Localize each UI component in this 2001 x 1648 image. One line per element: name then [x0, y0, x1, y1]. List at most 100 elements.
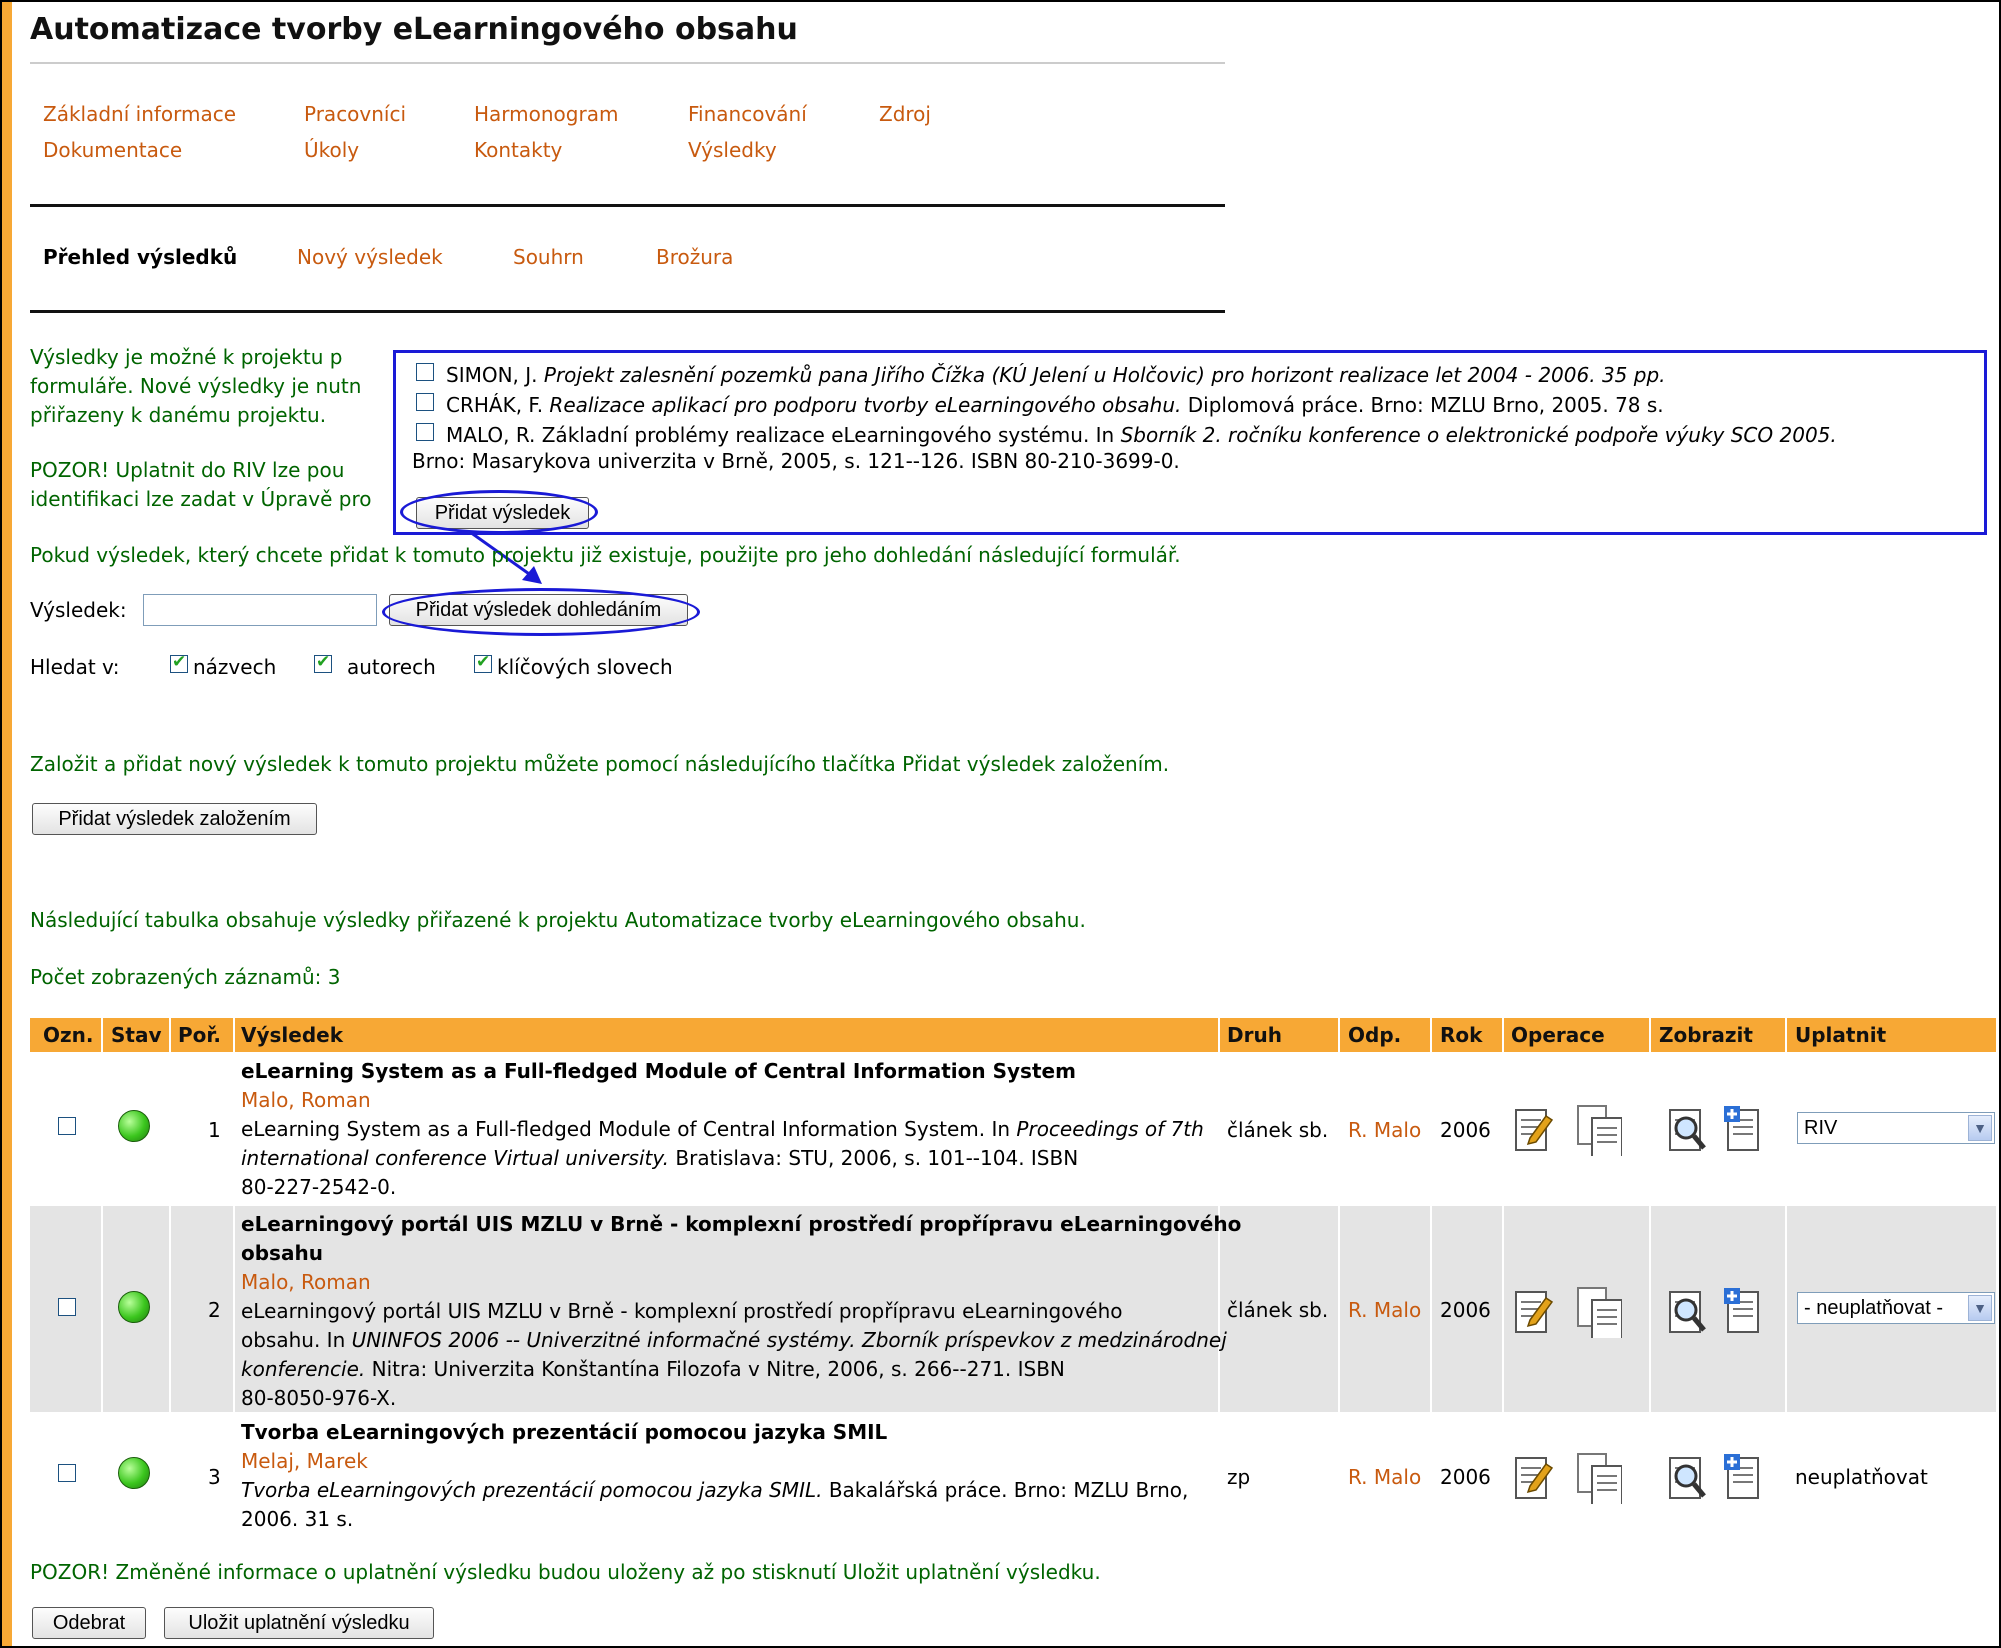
nav-results[interactable]: Výsledky — [688, 138, 777, 162]
result-responsible[interactable]: R. Malo — [1348, 1118, 1421, 1142]
magnifier-icon[interactable] — [1664, 1286, 1708, 1336]
row-number: 2 — [208, 1298, 221, 1322]
subnav-brochure[interactable]: Brožura — [656, 245, 733, 269]
search-keywords-label: klíčových slovech — [497, 655, 673, 679]
popup-item-checkbox[interactable] — [416, 393, 434, 411]
record-count: Počet zobrazených záznamů: 3 — [30, 965, 341, 989]
result-year: 2006 — [1440, 1298, 1491, 1322]
copy-documents-icon[interactable] — [1576, 1452, 1623, 1507]
chevron-down-icon[interactable]: ▼ — [1968, 1115, 1992, 1141]
col-separator — [1338, 1018, 1340, 1538]
result-citation: international conference Virtual univers… — [241, 1146, 1079, 1170]
result-search-input[interactable] — [143, 594, 377, 626]
col-status: Stav — [111, 1023, 162, 1047]
result-citation: eLearning System as a Full-fledged Modul… — [241, 1117, 1204, 1141]
subnav-summary[interactable]: Souhrn — [513, 245, 584, 269]
row-select-checkbox[interactable] — [58, 1464, 76, 1482]
search-authors-label: autorech — [347, 655, 436, 679]
search-titles-label: názvech — [193, 655, 277, 679]
status-green-icon — [118, 1457, 150, 1489]
col-year: Rok — [1440, 1023, 1483, 1047]
col-separator — [1649, 1018, 1651, 1538]
col-result: Výsledek — [241, 1023, 344, 1047]
popup-item-continuation: Brno: Masarykova univerzita v Brně, 2005… — [412, 449, 1180, 473]
save-apply-button[interactable]: Uložit uplatnění výsledku — [164, 1607, 434, 1639]
result-citation: eLearningový portál UIS MZLU v Brně - ko… — [241, 1299, 1123, 1323]
nav-contacts[interactable]: Kontakty — [474, 138, 562, 162]
search-titles-checkbox[interactable] — [170, 652, 188, 673]
add-by-creation-button[interactable]: Přidat výsledek založením — [32, 803, 317, 835]
result-title[interactable]: Tvorba eLearningových prezentácií pomoco… — [241, 1420, 887, 1444]
copy-documents-icon[interactable] — [1576, 1286, 1623, 1341]
result-citation: 80-8050-976-X. — [241, 1386, 397, 1410]
col-separator — [101, 1018, 103, 1538]
col-apply: Uplatnit — [1795, 1023, 1887, 1047]
result-title-continuation[interactable]: obsahu — [241, 1241, 323, 1265]
result-author[interactable]: Malo, Roman — [241, 1088, 371, 1112]
apply-select[interactable]: RIV ▼ — [1797, 1112, 1995, 1144]
magnifier-icon[interactable] — [1664, 1104, 1708, 1154]
row-number: 3 — [208, 1465, 221, 1489]
result-responsible[interactable]: R. Malo — [1348, 1465, 1421, 1489]
popup-item-checkbox[interactable] — [416, 363, 434, 381]
result-title[interactable]: eLearning System as a Full-fledged Modul… — [241, 1059, 1076, 1083]
matching-results-popup: SIMON, J. Projekt zalesnění pozemků pana… — [393, 350, 1987, 535]
divider — [30, 310, 1225, 313]
intro-line: přiřazeny k danému projektu. — [30, 403, 327, 427]
nav-source[interactable]: Zdroj — [879, 102, 931, 126]
nav-tasks[interactable]: Úkoly — [304, 138, 359, 162]
popup-item: CRHÁK, F. Realizace aplikací pro podporu… — [446, 393, 1664, 417]
result-author[interactable]: Malo, Roman — [241, 1270, 371, 1294]
subnav-new-result[interactable]: Nový výsledek — [297, 245, 443, 269]
chevron-down-icon[interactable]: ▼ — [1968, 1295, 1992, 1321]
col-view: Zobrazit — [1659, 1023, 1753, 1047]
edit-document-icon[interactable] — [1510, 1286, 1554, 1336]
subnav-overview-active[interactable]: Přehled výsledků — [43, 245, 237, 269]
nav-documentation[interactable]: Dokumentace — [43, 138, 182, 162]
page-title: Automatizace tvorby eLearningového obsah… — [30, 12, 798, 47]
row-select-checkbox[interactable] — [58, 1298, 76, 1316]
result-citation: Tvorba eLearningových prezentácií pomoco… — [241, 1478, 1189, 1502]
col-order: Poř. — [178, 1023, 222, 1047]
edit-document-icon[interactable] — [1510, 1104, 1554, 1154]
add-document-icon[interactable] — [1722, 1452, 1766, 1502]
result-responsible[interactable]: R. Malo — [1348, 1298, 1421, 1322]
divider — [30, 62, 1225, 64]
nav-basic-info[interactable]: Základní informace — [43, 102, 236, 126]
apply-select[interactable]: - neuplatňovat - ▼ — [1797, 1292, 1995, 1324]
add-document-icon[interactable] — [1722, 1104, 1766, 1154]
popup-item: MALO, R. Základní problémy realizace eLe… — [446, 423, 1837, 447]
result-author[interactable]: Melaj, Marek — [241, 1449, 368, 1473]
search-in-label: Hledat v: — [30, 655, 120, 679]
col-responsible: Odp. — [1348, 1023, 1402, 1047]
intro-line: formuláře. Nové výsledky je nutn — [30, 374, 362, 398]
status-green-icon — [118, 1291, 150, 1323]
row-select-checkbox[interactable] — [58, 1117, 76, 1135]
search-keywords-checkbox[interactable] — [474, 652, 492, 673]
remove-button[interactable]: Odebrat — [32, 1607, 146, 1639]
add-document-icon[interactable] — [1722, 1286, 1766, 1336]
table-info: Následující tabulka obsahuje výsledky př… — [30, 908, 1086, 932]
result-title[interactable]: eLearningový portál UIS MZLU v Brně - ko… — [241, 1212, 1241, 1236]
result-year: 2006 — [1440, 1465, 1491, 1489]
footer-warning: POZOR! Změněné informace o uplatnění výs… — [30, 1560, 1101, 1584]
popup-item-checkbox[interactable] — [416, 423, 434, 441]
col-separator — [1502, 1018, 1504, 1538]
divider — [30, 204, 1225, 207]
col-operations: Operace — [1511, 1023, 1605, 1047]
col-type: Druh — [1227, 1023, 1282, 1047]
status-green-icon — [118, 1110, 150, 1142]
edit-document-icon[interactable] — [1510, 1452, 1554, 1502]
nav-workers[interactable]: Pracovníci — [304, 102, 406, 126]
annotation-highlight-oval — [400, 490, 598, 534]
apply-select-value: RIV — [1804, 1117, 1838, 1139]
copy-documents-icon[interactable] — [1576, 1104, 1623, 1159]
nav-schedule[interactable]: Harmonogram — [474, 102, 618, 126]
magnifier-icon[interactable] — [1664, 1452, 1708, 1502]
warning-line: identifikaci lze zadat v Úpravě pro — [30, 487, 372, 511]
col-mark: Ozn. — [43, 1023, 94, 1047]
col-separator — [1218, 1018, 1220, 1538]
nav-financing[interactable]: Financování — [688, 102, 807, 126]
apply-value: neuplatňovat — [1795, 1465, 1928, 1489]
search-authors-checkbox[interactable] — [314, 652, 332, 673]
